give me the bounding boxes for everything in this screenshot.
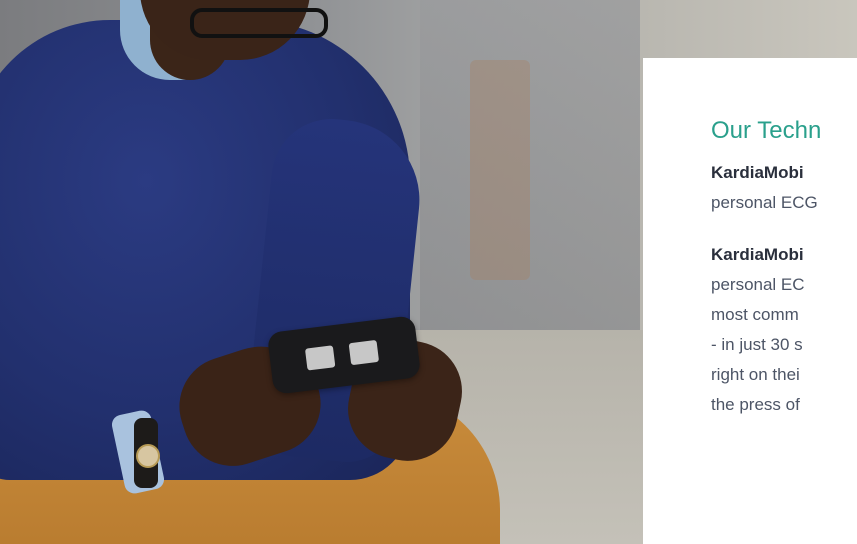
background-wall: [420, 0, 640, 380]
section-title: Our Techn: [711, 117, 822, 144]
paragraph-line: personal EC: [711, 275, 805, 294]
ecg-electrode-pad: [348, 339, 380, 366]
paragraph-line: personal ECG: [711, 193, 818, 212]
brand-name: KardiaMobi: [711, 163, 804, 182]
paragraph: KardiaMobi personal EC most comm - in ju…: [711, 240, 857, 420]
watch-face: [136, 444, 160, 468]
paragraph-line: most comm: [711, 305, 799, 324]
ecg-electrode-pad: [304, 345, 336, 371]
paragraph-line: right on thei: [711, 365, 800, 384]
brand-name: KardiaMobi: [711, 245, 804, 264]
paragraph: KardiaMobi personal ECG: [711, 158, 857, 218]
glasses: [190, 8, 328, 38]
content-card: Our Techn KardiaMobi personal ECG Kardia…: [643, 58, 857, 544]
hero-section: Our Techn KardiaMobi personal ECG Kardia…: [0, 0, 857, 544]
background-detail: [470, 60, 530, 280]
wristwatch: [134, 418, 160, 488]
content-card-body: Our Techn KardiaMobi personal ECG Kardia…: [711, 116, 857, 442]
paragraph-line: the press of: [711, 395, 800, 414]
paragraph-line: - in just 30 s: [711, 335, 803, 354]
